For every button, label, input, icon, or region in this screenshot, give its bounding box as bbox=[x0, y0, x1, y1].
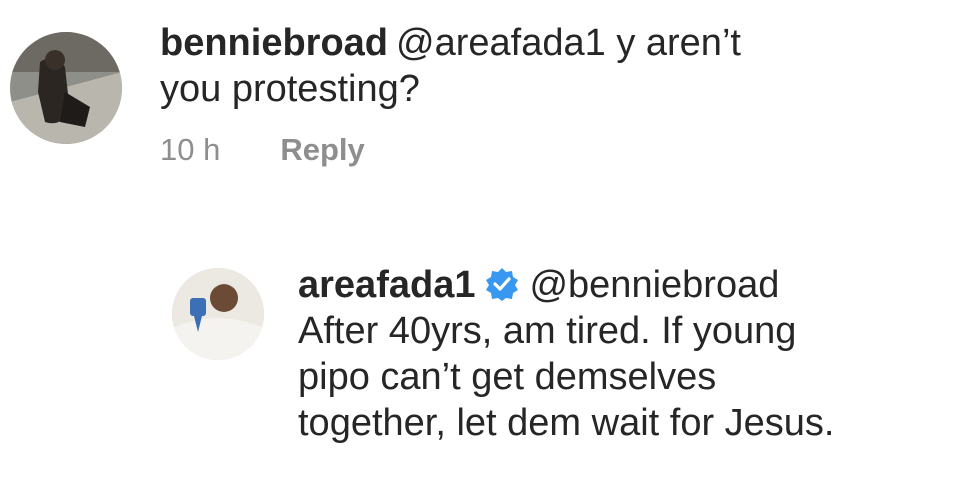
reply-button[interactable]: Reply bbox=[280, 132, 364, 168]
comment-username[interactable]: benniebroad bbox=[160, 22, 388, 64]
comment-text: areafada1 @benniebroad After 40yrs, am tir… bbox=[298, 262, 948, 446]
avatar-image bbox=[10, 32, 122, 144]
avatar[interactable] bbox=[10, 32, 122, 144]
avatar-image bbox=[172, 268, 264, 360]
comment-mention[interactable]: @areafada1 bbox=[396, 22, 606, 64]
verified-badge-icon bbox=[485, 266, 519, 301]
comment-text-line-3: together, let dem wait for Jesus. bbox=[298, 402, 835, 444]
avatar[interactable] bbox=[172, 268, 264, 360]
comment-timestamp: 10 h bbox=[160, 132, 221, 167]
comment-username[interactable]: areafada1 bbox=[298, 264, 475, 306]
reply-comment-item: areafada1 @benniebroad After 40yrs, am tir… bbox=[172, 262, 952, 472]
comment-text: benniebroad @areafada1 y aren’t you protes… bbox=[160, 20, 930, 112]
comment-body: benniebroad @areafada1 y aren’t you protes… bbox=[160, 20, 930, 168]
comment-text-line-2: you protesting? bbox=[160, 68, 420, 110]
comment-body: areafada1 @benniebroad After 40yrs, am tir… bbox=[298, 262, 948, 446]
comment-mention[interactable]: @benniebroad bbox=[529, 264, 779, 306]
comment-text-line-1: After 40yrs, am tired. If young bbox=[298, 310, 797, 352]
comment-item: benniebroad @areafada1 y aren’t you protes… bbox=[10, 20, 950, 200]
comment-meta: 10 h Reply bbox=[160, 132, 930, 168]
comment-text-line-2: pipo can’t get demselves bbox=[298, 356, 717, 398]
comment-text-line-1: y aren’t bbox=[616, 22, 741, 64]
